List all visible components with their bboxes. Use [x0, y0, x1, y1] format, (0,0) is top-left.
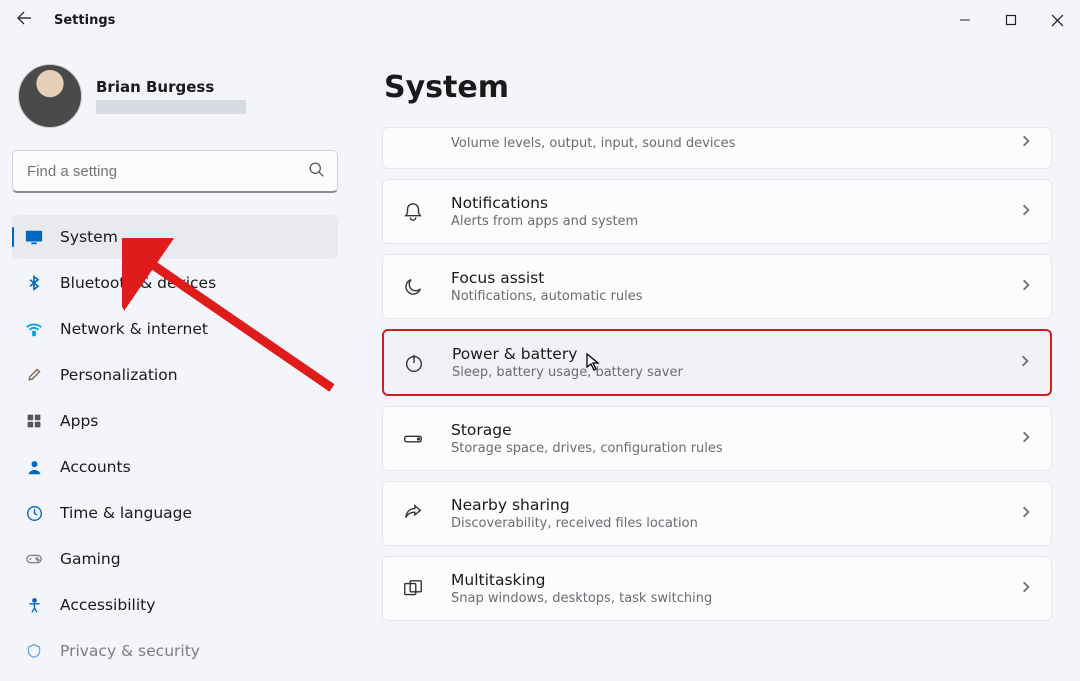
mouse-cursor-icon [584, 352, 602, 377]
content-area: System Volume levels, output, input, sou… [350, 40, 1080, 681]
moon-icon [401, 275, 425, 299]
search-icon [308, 161, 325, 182]
bell-icon [401, 200, 425, 224]
card-title: Storage [451, 421, 993, 439]
card-sound[interactable]: Volume levels, output, input, sound devi… [382, 127, 1052, 169]
close-button[interactable] [1034, 0, 1080, 40]
card-title: Multitasking [451, 571, 993, 589]
card-storage[interactable]: Storage Storage space, drives, configura… [382, 406, 1052, 471]
nav-list: System Bluetooth & devices Network & int… [12, 215, 338, 673]
card-subtitle: Volume levels, output, input, sound devi… [451, 136, 993, 151]
profile-email-redacted [96, 100, 246, 114]
titlebar: Settings [0, 0, 1080, 40]
window-title: Settings [54, 13, 115, 28]
card-focus-assist[interactable]: Focus assist Notifications, automatic ru… [382, 254, 1052, 319]
search-input[interactable] [25, 162, 308, 181]
share-icon [401, 502, 425, 526]
card-nearby-sharing[interactable]: Nearby sharing Discoverability, received… [382, 481, 1052, 546]
card-title: Focus assist [451, 269, 993, 287]
card-power-battery[interactable]: Power & battery Sleep, battery usage, ba… [382, 329, 1052, 396]
card-subtitle: Discoverability, received files location [451, 516, 993, 531]
nav-item-apps[interactable]: Apps [12, 399, 338, 443]
card-subtitle: Storage space, drives, configuration rul… [451, 441, 993, 456]
profile-block[interactable]: Brian Burgess [12, 56, 338, 142]
clock-icon [24, 503, 44, 523]
chevron-right-icon [1018, 353, 1032, 372]
nav-label: Apps [60, 412, 98, 430]
chevron-right-icon [1019, 202, 1033, 221]
chevron-right-icon [1019, 133, 1033, 152]
chevron-right-icon [1019, 429, 1033, 448]
nav-item-personalization[interactable]: Personalization [12, 353, 338, 397]
wifi-icon [24, 319, 44, 339]
multitask-icon [401, 577, 425, 601]
back-button[interactable] [12, 6, 36, 34]
nav-item-network[interactable]: Network & internet [12, 307, 338, 351]
nav-item-bluetooth[interactable]: Bluetooth & devices [12, 261, 338, 305]
shield-icon [24, 641, 44, 661]
nav-label: System [60, 228, 118, 246]
bluetooth-icon [24, 273, 44, 293]
gamepad-icon [24, 549, 44, 569]
card-multitasking[interactable]: Multitasking Snap windows, desktops, tas… [382, 556, 1052, 621]
settings-cards: Volume levels, output, input, sound devi… [382, 127, 1052, 621]
chevron-right-icon [1019, 504, 1033, 523]
chevron-right-icon [1019, 277, 1033, 296]
avatar [18, 64, 82, 128]
nav-item-accessibility[interactable]: Accessibility [12, 583, 338, 627]
nav-label: Accessibility [60, 596, 155, 614]
accessibility-icon [24, 595, 44, 615]
nav-item-gaming[interactable]: Gaming [12, 537, 338, 581]
maximize-button[interactable] [988, 0, 1034, 40]
person-icon [24, 457, 44, 477]
card-subtitle: Sleep, battery usage, battery saver [452, 365, 992, 380]
nav-item-system[interactable]: System [12, 215, 338, 259]
minimize-button[interactable] [942, 0, 988, 40]
nav-label: Accounts [60, 458, 131, 476]
nav-label: Privacy & security [60, 642, 200, 660]
card-title: Power & battery [452, 345, 992, 363]
sound-icon [401, 130, 425, 154]
power-icon [402, 351, 426, 375]
drive-icon [401, 427, 425, 451]
nav-item-privacy[interactable]: Privacy & security [12, 629, 338, 673]
nav-label: Gaming [60, 550, 121, 568]
card-subtitle: Snap windows, desktops, task switching [451, 591, 993, 606]
card-notifications[interactable]: Notifications Alerts from apps and syste… [382, 179, 1052, 244]
nav-item-time[interactable]: Time & language [12, 491, 338, 535]
profile-name: Brian Burgess [96, 78, 246, 96]
nav-label: Time & language [60, 504, 192, 522]
nav-label: Personalization [60, 366, 178, 384]
nav-item-accounts[interactable]: Accounts [12, 445, 338, 489]
search-box[interactable] [12, 150, 338, 193]
nav-label: Bluetooth & devices [60, 274, 216, 292]
chevron-right-icon [1019, 579, 1033, 598]
apps-icon [24, 411, 44, 431]
card-title: Notifications [451, 194, 993, 212]
card-subtitle: Alerts from apps and system [451, 214, 993, 229]
display-icon [24, 227, 44, 247]
card-title: Nearby sharing [451, 496, 993, 514]
nav-label: Network & internet [60, 320, 208, 338]
paintbrush-icon [24, 365, 44, 385]
sidebar: Brian Burgess System Bluetooth & devices… [0, 40, 350, 681]
page-title: System [384, 70, 1052, 105]
card-subtitle: Notifications, automatic rules [451, 289, 993, 304]
